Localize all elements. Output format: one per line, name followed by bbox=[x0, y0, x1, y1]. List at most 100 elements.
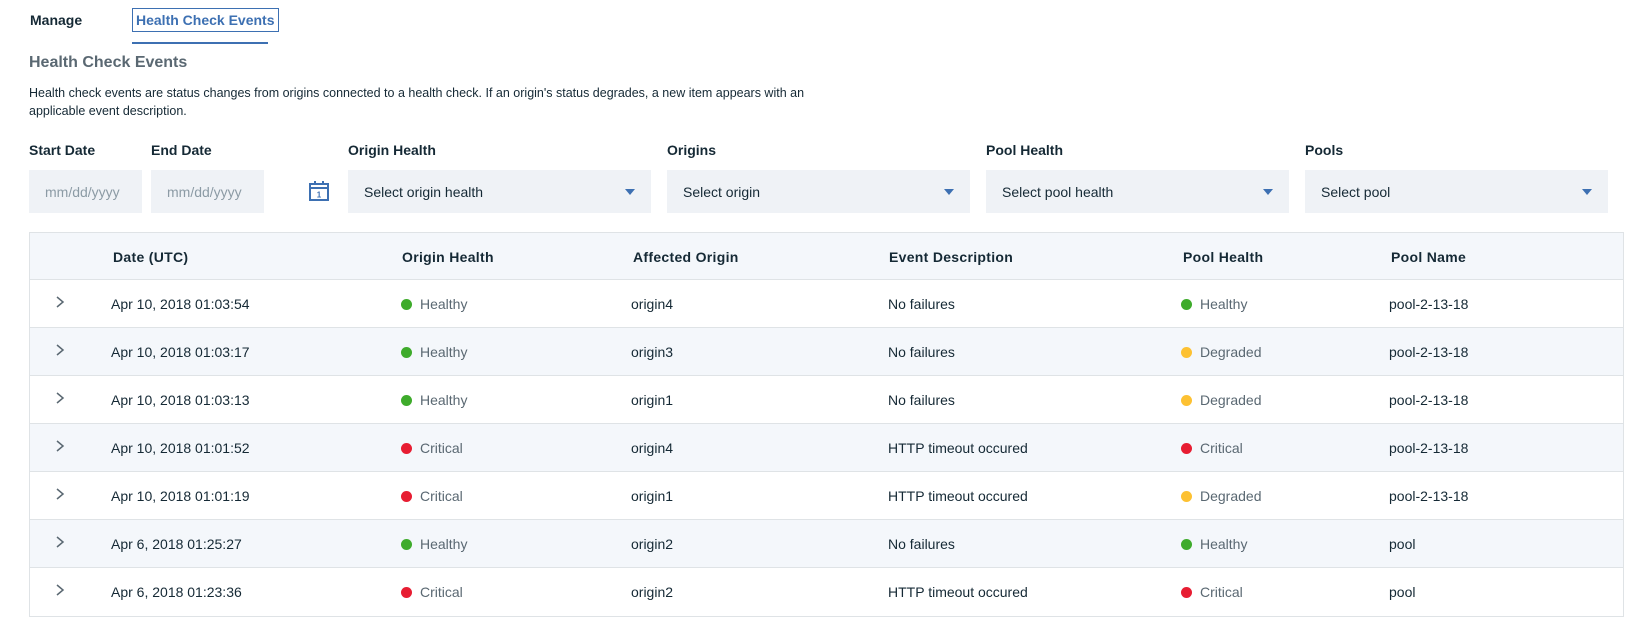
cell-event-description: No failures bbox=[888, 392, 955, 408]
status-text: Critical bbox=[1200, 584, 1243, 600]
cell-origin-health: Healthy bbox=[401, 376, 467, 424]
cell-affected-origin: origin1 bbox=[631, 392, 674, 408]
status-text: Healthy bbox=[1200, 296, 1248, 312]
cell-date: Apr 6, 2018 01:23:36 bbox=[111, 584, 242, 600]
cell-event-description: No failures bbox=[888, 536, 955, 552]
table-row[interactable]: Apr 10, 2018 01:01:52 Critical origin4 HTTP… bbox=[30, 424, 1623, 472]
status-dot-icon bbox=[1181, 538, 1192, 550]
cell-pool-health: Critical bbox=[1181, 568, 1243, 616]
table-row[interactable]: Apr 10, 2018 01:03:17 Healthy origin3 No fa… bbox=[30, 328, 1623, 376]
origins-select[interactable]: Select origin bbox=[667, 170, 970, 213]
status-dot-icon bbox=[401, 394, 412, 406]
cell-pool-name: pool bbox=[1389, 536, 1416, 552]
cell-pool-name: pool-2-13-18 bbox=[1389, 392, 1469, 408]
cell-pool-name: pool-2-13-18 bbox=[1389, 296, 1469, 312]
section-description: Health check events are status changes f… bbox=[29, 86, 805, 118]
cell-event-description: HTTP timeout occured bbox=[888, 440, 1028, 456]
cell-date: Apr 10, 2018 01:01:19 bbox=[111, 488, 250, 504]
cell-pool-name: pool bbox=[1389, 584, 1416, 600]
column-header-date[interactable]: Date (UTC) bbox=[113, 233, 188, 281]
cell-pool-health: Critical bbox=[1181, 424, 1243, 472]
cell-event-description: No failures bbox=[888, 344, 955, 360]
column-header-origin-health[interactable]: Origin Health bbox=[402, 233, 494, 281]
status-text: Critical bbox=[420, 440, 463, 456]
start-date-input[interactable] bbox=[29, 170, 142, 213]
column-header-affected-origin[interactable]: Affected Origin bbox=[633, 233, 739, 281]
status-text: Healthy bbox=[420, 536, 468, 552]
pool-health-select[interactable]: Select pool health bbox=[986, 170, 1289, 213]
status-dot-icon bbox=[1181, 442, 1192, 454]
cell-origin-health: Critical bbox=[401, 472, 463, 520]
origin-health-select-value: Select origin health bbox=[364, 183, 484, 200]
cell-pool-health: Healthy bbox=[1181, 520, 1247, 568]
table-row[interactable]: Apr 10, 2018 01:01:19 Critical origin1 HTTP… bbox=[30, 472, 1623, 520]
cell-event-description: HTTP timeout occured bbox=[888, 584, 1028, 600]
cell-origin-health: Healthy bbox=[401, 520, 467, 568]
chevron-right-icon[interactable] bbox=[52, 390, 68, 406]
table-row[interactable]: Apr 6, 2018 01:25:27 Healthy origin2 No fai… bbox=[30, 520, 1623, 568]
status-dot-icon bbox=[1181, 394, 1192, 406]
cell-origin-health: Critical bbox=[401, 568, 463, 616]
table-header: Date (UTC) Origin Health Affected Origin… bbox=[30, 232, 1623, 280]
caret-down-icon bbox=[1263, 188, 1273, 195]
column-header-pool-health[interactable]: Pool Health bbox=[1183, 233, 1263, 281]
end-date-input[interactable] bbox=[151, 170, 264, 213]
column-header-event-description[interactable]: Event Description bbox=[889, 233, 1013, 281]
status-text: Degraded bbox=[1200, 392, 1262, 408]
status-text: Degraded bbox=[1200, 344, 1262, 360]
active-tab-indicator bbox=[132, 42, 268, 44]
cell-date: Apr 10, 2018 01:03:17 bbox=[111, 344, 250, 360]
chevron-right-icon[interactable] bbox=[52, 438, 68, 454]
cell-pool-name: pool-2-13-18 bbox=[1389, 440, 1469, 456]
end-date-label: End Date bbox=[151, 142, 212, 158]
tab-health-check-events[interactable]: Health Check Events bbox=[132, 8, 279, 32]
status-dot-icon bbox=[401, 490, 412, 502]
origins-label: Origins bbox=[667, 142, 717, 158]
chevron-right-icon[interactable] bbox=[52, 294, 68, 310]
status-dot-icon bbox=[401, 442, 412, 454]
table-row[interactable]: Apr 10, 2018 01:03:54 Healthy origin4 No fa… bbox=[30, 280, 1623, 328]
chevron-right-icon[interactable] bbox=[52, 534, 68, 550]
cell-affected-origin: origin2 bbox=[631, 584, 674, 600]
cell-date: Apr 10, 2018 01:03:54 bbox=[111, 296, 250, 312]
cell-date: Apr 10, 2018 01:03:13 bbox=[111, 392, 250, 408]
table-row[interactable]: Apr 6, 2018 01:23:36 Critical origin2 HTTP … bbox=[30, 568, 1623, 616]
cell-origin-health: Critical bbox=[401, 424, 463, 472]
events-table: Date (UTC) Origin Health Affected Origin… bbox=[29, 232, 1624, 617]
status-dot-icon bbox=[1181, 586, 1192, 598]
cell-date: Apr 10, 2018 01:01:52 bbox=[111, 440, 250, 456]
tab-manage[interactable]: Manage bbox=[30, 12, 82, 28]
start-date-label: Start Date bbox=[29, 142, 96, 158]
cell-affected-origin: origin3 bbox=[631, 344, 674, 360]
calendar-icon[interactable]: 1 bbox=[308, 180, 330, 202]
chevron-right-icon[interactable] bbox=[52, 486, 68, 502]
cell-origin-health: Healthy bbox=[401, 328, 467, 376]
status-text: Healthy bbox=[420, 392, 468, 408]
pools-select-value: Select pool bbox=[1321, 183, 1391, 200]
cell-pool-health: Healthy bbox=[1181, 280, 1247, 328]
pools-label: Pools bbox=[1305, 142, 1344, 158]
pool-health-label: Pool Health bbox=[986, 142, 1064, 158]
origin-health-select[interactable]: Select origin health bbox=[348, 170, 651, 213]
status-dot-icon bbox=[1181, 346, 1192, 358]
svg-text:1: 1 bbox=[317, 191, 322, 200]
caret-down-icon bbox=[1582, 188, 1592, 195]
pool-health-select-value: Select pool health bbox=[1002, 183, 1114, 200]
status-dot-icon bbox=[401, 298, 412, 310]
pools-select[interactable]: Select pool bbox=[1305, 170, 1608, 213]
cell-pool-health: Degraded bbox=[1181, 376, 1262, 424]
table-row[interactable]: Apr 10, 2018 01:03:13 Healthy origin1 No fa… bbox=[30, 376, 1623, 424]
status-dot-icon bbox=[1181, 298, 1192, 310]
status-text: Healthy bbox=[420, 344, 468, 360]
origin-health-label: Origin Health bbox=[348, 142, 436, 158]
chevron-right-icon[interactable] bbox=[52, 582, 68, 598]
status-dot-icon bbox=[401, 538, 412, 550]
origins-select-value: Select origin bbox=[683, 183, 761, 200]
chevron-right-icon[interactable] bbox=[52, 342, 68, 358]
cell-event-description: No failures bbox=[888, 296, 955, 312]
status-dot-icon bbox=[401, 346, 412, 358]
column-header-pool-name[interactable]: Pool Name bbox=[1391, 233, 1466, 281]
status-text: Critical bbox=[420, 488, 463, 504]
cell-pool-health: Degraded bbox=[1181, 472, 1262, 520]
cell-affected-origin: origin1 bbox=[631, 488, 674, 504]
